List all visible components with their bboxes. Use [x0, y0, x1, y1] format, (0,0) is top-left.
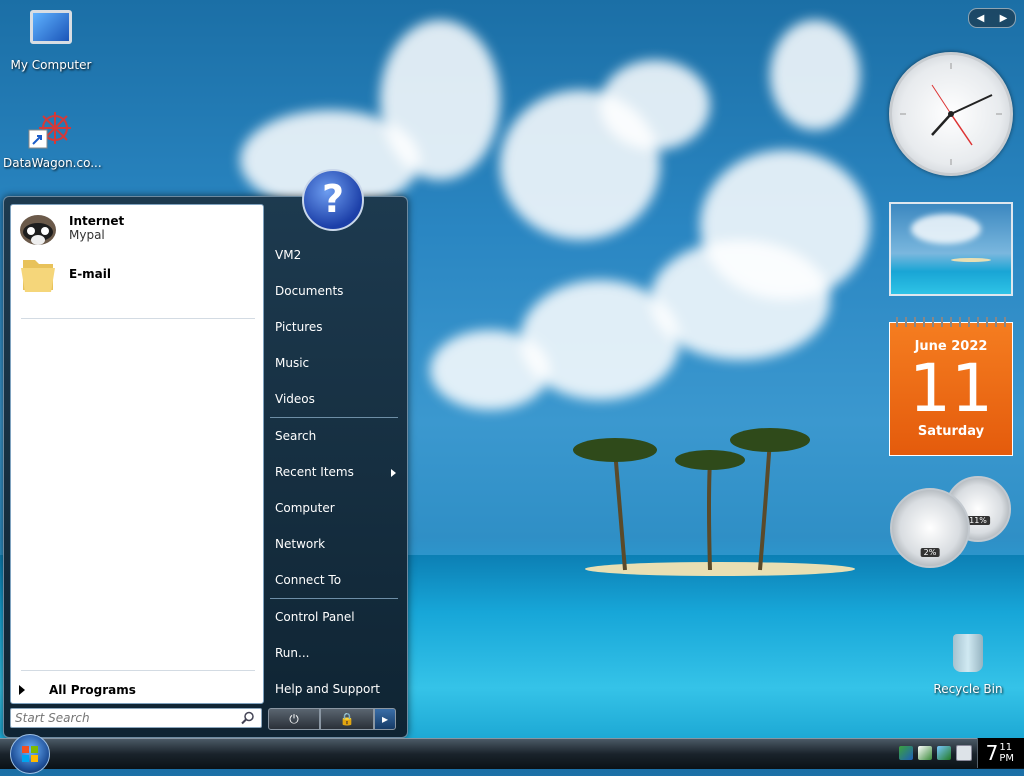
connection-icon[interactable] [936, 746, 951, 760]
start-menu: Internet Mypal E-mail All Programs Start… [3, 169, 408, 738]
menu-item-run[interactable]: Run... [266, 635, 402, 671]
pinned-item-title: E-mail [69, 267, 112, 281]
previous-arrow-icon[interactable]: ◀ [977, 13, 985, 24]
menu-item-label: Recent Items [275, 465, 354, 479]
all-programs-label: All Programs [49, 683, 136, 697]
menu-item-videos[interactable]: Videos [266, 381, 402, 417]
search-icon[interactable] [241, 711, 255, 725]
menu-item-control-panel[interactable]: Control Panel [266, 599, 402, 635]
all-programs-separator [21, 670, 255, 671]
arrow-right-icon [19, 685, 25, 695]
submenu-arrow-icon [391, 469, 396, 477]
pinned-item-internet[interactable]: Internet Mypal [11, 205, 263, 251]
clock-gadget[interactable] [889, 52, 1013, 176]
menu-item-computer[interactable]: Computer [266, 490, 402, 526]
start-search-box[interactable] [10, 708, 262, 728]
menu-item-help-and-support[interactable]: Help and Support [266, 671, 402, 707]
taskbar-clock[interactable]: 7 11 PM [976, 738, 1024, 768]
menu-item-documents[interactable]: Documents [266, 273, 402, 309]
menu-item-pictures[interactable]: Pictures [266, 309, 402, 345]
mypal-raccoon-icon [17, 208, 59, 248]
volume-icon[interactable] [955, 745, 972, 761]
palm-trees [573, 428, 810, 571]
start-menu-programs-pane: Internet Mypal E-mail All Programs [10, 204, 264, 704]
menu-item-music[interactable]: Music [266, 345, 402, 381]
menu-item-vm2[interactable]: VM2 [266, 237, 402, 273]
clock-hour: 7 [985, 741, 999, 765]
cpu-value: 2% [920, 548, 940, 557]
pinned-item-email[interactable]: E-mail [11, 251, 263, 297]
lock-icon: 🔒 [339, 712, 355, 726]
sidebar-navigation[interactable]: ◀ ▶ [968, 8, 1016, 28]
desktop-icon-label: Recycle Bin [933, 682, 1003, 696]
start-button[interactable] [10, 734, 50, 774]
clock-ampm: PM [999, 753, 1014, 764]
desktop-icon-label: DataWagon.co... [3, 156, 102, 170]
pinned-separator [21, 318, 255, 319]
shutdown-options-button[interactable]: ▸ [374, 708, 396, 730]
pinned-item-subtitle: Mypal [69, 228, 105, 242]
all-programs-button[interactable]: All Programs [19, 683, 136, 697]
calendar-binding-rings [896, 317, 1006, 327]
power-button[interactable]: ⏻ [268, 708, 320, 730]
menu-item-search[interactable]: Search [266, 418, 402, 454]
computer-icon [27, 10, 75, 54]
desktop-icon-my-computer[interactable]: My Computer [3, 6, 99, 72]
pinned-item-title: Internet [69, 214, 125, 228]
analog-clock-face [900, 63, 1002, 165]
calendar-gadget[interactable]: June 2022 11 Saturday [889, 317, 1013, 456]
slideshow-gadget[interactable] [889, 202, 1013, 296]
menu-item-network[interactable]: Network [266, 526, 402, 562]
arrow-right-icon: ▸ [381, 712, 389, 726]
desktop-icon-datawagon[interactable]: DataWagon.co... [3, 108, 102, 170]
calendar-day: 11 [909, 350, 993, 427]
clock-minute: 11 [999, 742, 1013, 753]
power-controls: ⏻ 🔒 ▸ [268, 708, 396, 730]
cpu-meter: 2% [890, 488, 970, 568]
next-arrow-icon[interactable]: ▶ [1000, 13, 1008, 24]
datawagon-shortcut-icon [27, 108, 75, 152]
recycle-bin-icon [944, 634, 992, 678]
notification-area: 7 11 PM [898, 738, 1024, 768]
power-icon: ⏻ [289, 712, 299, 726]
folder-icon [17, 254, 59, 294]
taskbar [0, 738, 1024, 769]
start-menu-places: VM2 Documents Pictures Music Videos Sear… [266, 237, 402, 707]
windows-logo-icon [22, 746, 38, 762]
desktop-icon-label: My Computer [10, 58, 92, 72]
start-search-input[interactable] [11, 709, 239, 727]
lock-button[interactable]: 🔒 [320, 708, 374, 730]
menu-item-connect-to[interactable]: Connect To [266, 562, 402, 598]
desktop-icon-recycle-bin[interactable]: Recycle Bin [920, 632, 1016, 696]
help-orb-icon: ? [302, 169, 364, 231]
network-icon[interactable] [898, 746, 913, 760]
security-icon[interactable] [917, 746, 932, 760]
menu-item-recent-items[interactable]: Recent Items [266, 454, 402, 490]
